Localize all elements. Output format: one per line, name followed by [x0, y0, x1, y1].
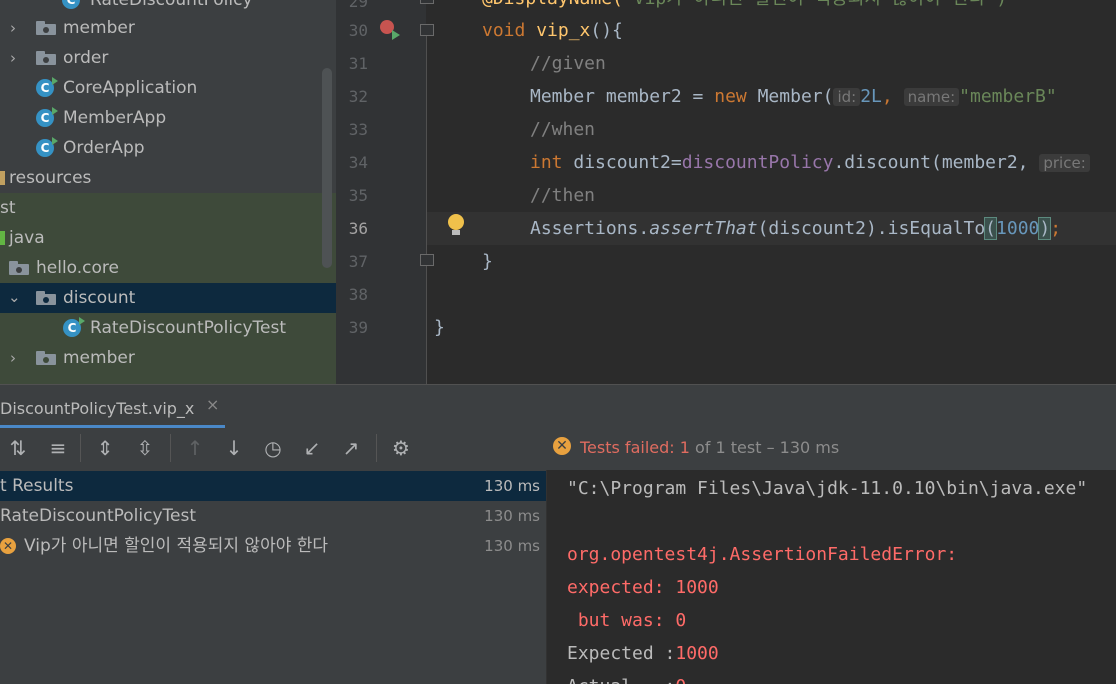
test-results-tree: t Results 130 ms RateDiscountPolicyTest … — [0, 470, 546, 684]
code-line-35: //then — [530, 185, 596, 206]
console-output[interactable]: "C:\Program Files\Java\jdk-11.0.10\bin\j… — [546, 470, 1116, 684]
line-number: 31 — [348, 54, 368, 73]
line-number: 34 — [348, 153, 368, 172]
toolbar-separator — [170, 434, 171, 462]
run-toolbar: ⇅ ≡ ⇕ ⇳ ↑ ↓ ◷ ↙ ↗ ⚙ ✕ Tests failed: 1 of… — [0, 428, 1116, 470]
import-tests-icon[interactable]: ↙ — [300, 436, 324, 460]
tree-item-java[interactable]: java — [0, 223, 336, 253]
gear-icon[interactable]: ⚙ — [389, 436, 413, 460]
resources-folder-icon — [0, 171, 5, 185]
tree-scrollbar[interactable] — [322, 68, 332, 268]
test-history-icon[interactable]: ◷ — [261, 436, 285, 460]
line-number: 30 — [348, 21, 368, 40]
tree-item-resources[interactable]: resources — [0, 163, 336, 193]
test-duration: 130 ms — [484, 537, 540, 555]
class-icon: C — [36, 107, 58, 127]
line-number: 38 — [348, 285, 368, 304]
test-duration: 130 ms — [484, 477, 540, 495]
code-line-34: int discount2=discountPolicy.discount(me… — [530, 146, 1090, 179]
line-number: 39 — [348, 318, 368, 337]
toolbar-separator — [80, 434, 81, 462]
test-duration: 130 ms — [484, 507, 540, 525]
param-hint-id: id: — [833, 88, 861, 106]
line-number-current: 36 — [348, 219, 368, 238]
console-line: but was: 0 — [567, 610, 687, 631]
code-line-36: Assertions.assertThat(discount2).isEqual… — [530, 217, 1062, 240]
test-class-row[interactable]: RateDiscountPolicyTest 130 ms — [0, 501, 546, 531]
code-line-30: void vip_x(){ — [482, 20, 623, 41]
folder-icon — [36, 291, 56, 305]
code-line-29: @DisplayName("Vip가 아니면 할인이 적용되지 않아야 한다") — [482, 0, 1007, 15]
folder-icon — [36, 21, 56, 35]
line-number: 35 — [348, 186, 368, 205]
test-class-icon: C — [63, 317, 85, 337]
test-results-root[interactable]: t Results 130 ms — [0, 471, 546, 501]
console-line: Actual :0 — [567, 670, 686, 684]
folder-icon — [36, 351, 56, 365]
tree-item-order[interactable]: › order — [0, 43, 336, 73]
line-number: 37 — [348, 252, 368, 271]
tree-item-member[interactable]: › member — [0, 13, 336, 43]
console-line: "C:\Program Files\Java\jdk-11.0.10\bin\j… — [567, 478, 1088, 499]
param-hint-price: price: — [1039, 154, 1090, 172]
code-line-39: } — [434, 317, 445, 338]
run-tab-bar: DiscountPolicyTest.vip_x × — [0, 384, 1116, 429]
sort-alphabetically-icon[interactable]: ⇅ — [6, 436, 30, 460]
next-failed-icon[interactable]: ↓ — [222, 436, 246, 460]
fold-marker-icon[interactable] — [420, 24, 434, 36]
console-line: Expected :1000 — [567, 643, 719, 664]
brace-match: ( — [984, 217, 998, 240]
lightbulb-icon[interactable] — [448, 214, 464, 235]
chevron-down-icon[interactable]: ⌄ — [8, 290, 22, 305]
class-icon: C — [62, 0, 80, 9]
fold-marker-icon[interactable] — [420, 254, 434, 266]
expand-all-icon[interactable]: ⇕ — [93, 436, 117, 460]
line-number: 32 — [348, 87, 368, 106]
run-test-icon[interactable] — [392, 30, 400, 40]
console-line: expected: 1000 — [567, 577, 719, 598]
chevron-right-icon[interactable]: › — [10, 51, 24, 66]
tree-item-member[interactable]: › member — [0, 343, 336, 373]
tree-item-core-application[interactable]: C CoreApplication — [0, 73, 336, 103]
export-tests-icon[interactable]: ↗ — [339, 436, 363, 460]
collapse-all-icon[interactable]: ⇳ — [133, 436, 157, 460]
code-line-33: //when — [530, 119, 596, 140]
test-failed-icon: ✕ — [553, 437, 571, 455]
tree-item-discount[interactable]: ⌄ discount — [0, 283, 336, 313]
class-icon: C — [36, 137, 58, 157]
source-folder-icon — [0, 231, 5, 245]
brace-match: ) — [1038, 217, 1052, 240]
fold-marker-icon[interactable] — [420, 0, 434, 4]
test-status: Tests failed: 1 of 1 test – 130 ms — [580, 438, 840, 457]
class-icon: C — [36, 77, 58, 97]
package-icon — [9, 261, 29, 275]
line-number: 33 — [348, 120, 368, 139]
chevron-right-icon[interactable]: › — [10, 351, 24, 366]
tree-item-order-app[interactable]: C OrderApp — [0, 133, 336, 163]
tree-item-rate-discount-policy-test[interactable]: C RateDiscountPolicyTest — [0, 313, 336, 343]
fold-guide — [426, 36, 427, 254]
chevron-right-icon[interactable]: › — [10, 21, 24, 36]
tree-item-partial — [0, 373, 336, 384]
console-line: org.opentest4j.AssertionFailedError: — [567, 544, 958, 565]
test-method-row[interactable]: ✕ Vip가 아니면 할인이 적용되지 않아야 한다 130 ms — [0, 531, 546, 561]
code-line-32: Member member2 = new Member(id: 2L, name:… — [530, 86, 1057, 107]
code-editor[interactable]: 29 30 31 32 33 34 35 36 37 38 39 @Displa… — [336, 0, 1116, 384]
code-line-37: } — [482, 251, 493, 272]
tree-item-hello-core[interactable]: hello.core — [0, 253, 336, 283]
close-icon[interactable]: × — [206, 395, 219, 414]
fold-guide — [426, 266, 427, 384]
folder-icon — [36, 51, 56, 65]
tree-item-test[interactable]: st — [0, 193, 336, 223]
tree-item-member-app[interactable]: C MemberApp — [0, 103, 336, 133]
code-line-31: //given — [530, 53, 606, 74]
run-tab-label[interactable]: DiscountPolicyTest.vip_x — [0, 385, 200, 429]
previous-failed-icon[interactable]: ↑ — [183, 436, 207, 460]
toolbar-separator — [376, 434, 377, 462]
project-tree: C RateDiscountPolicy › member › order C … — [0, 0, 336, 384]
param-hint-name: name: — [903, 88, 960, 106]
sort-by-duration-icon[interactable]: ≡ — [46, 436, 70, 460]
test-failed-icon: ✕ — [0, 538, 16, 554]
